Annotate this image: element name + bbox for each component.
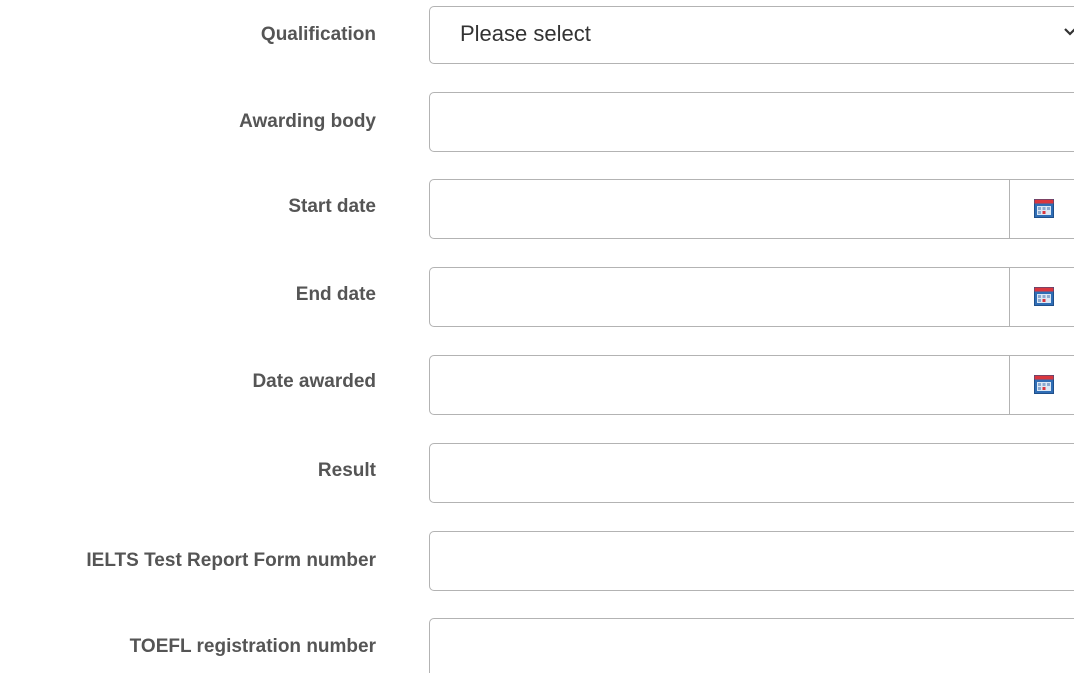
qualification-select[interactable]: Please select <box>429 6 1074 64</box>
awarding-body-label: Awarding body <box>239 111 376 132</box>
toefl-field[interactable] <box>429 618 1074 673</box>
start-date-row: Start date <box>0 179 1074 239</box>
result-row: Result <box>0 443 1074 503</box>
awarding-body-input[interactable] <box>430 93 1074 151</box>
ielts-input[interactable] <box>430 532 1074 590</box>
awarding-body-field[interactable] <box>429 92 1074 152</box>
ielts-row: IELTS Test Report Form number <box>0 531 1074 591</box>
end-date-calendar-button[interactable] <box>1009 268 1074 326</box>
qualification-form: Qualification Please select Awarding bod… <box>0 0 1074 673</box>
result-input[interactable] <box>430 444 1074 502</box>
toefl-input[interactable] <box>430 619 1074 673</box>
qualification-label: Qualification <box>260 24 376 45</box>
result-label: Result <box>317 460 376 481</box>
toefl-label: TOEFL registration number <box>129 636 376 657</box>
start-date-calendar-button[interactable] <box>1009 180 1074 238</box>
calendar-icon <box>1034 199 1054 218</box>
calendar-icon <box>1034 287 1054 306</box>
end-date-field <box>429 267 1074 327</box>
end-date-input-wrap[interactable] <box>430 268 1009 324</box>
start-date-label: Start date <box>288 196 376 217</box>
date-awarded-input-wrap[interactable] <box>430 356 1009 412</box>
qualification-selected-value: Please select <box>460 21 591 46</box>
end-date-row: End date <box>0 267 1074 327</box>
ielts-field[interactable] <box>429 531 1074 591</box>
date-awarded-field <box>429 355 1074 415</box>
date-awarded-label: Date awarded <box>252 371 376 392</box>
end-date-label: End date <box>295 284 376 305</box>
date-awarded-row: Date awarded <box>0 355 1074 415</box>
qualification-row: Qualification Please select <box>0 6 1074 66</box>
date-awarded-calendar-button[interactable] <box>1009 356 1074 414</box>
date-awarded-input[interactable] <box>430 356 1009 412</box>
start-date-input-wrap[interactable] <box>430 180 1009 236</box>
result-field[interactable] <box>429 443 1074 503</box>
toefl-row: TOEFL registration number <box>0 618 1074 673</box>
end-date-input[interactable] <box>430 268 1009 324</box>
chevron-down-icon <box>1064 28 1074 36</box>
awarding-body-row: Awarding body <box>0 92 1074 152</box>
start-date-input[interactable] <box>430 180 1009 236</box>
calendar-icon <box>1034 375 1054 394</box>
start-date-field <box>429 179 1074 239</box>
ielts-label: IELTS Test Report Form number <box>86 550 376 571</box>
